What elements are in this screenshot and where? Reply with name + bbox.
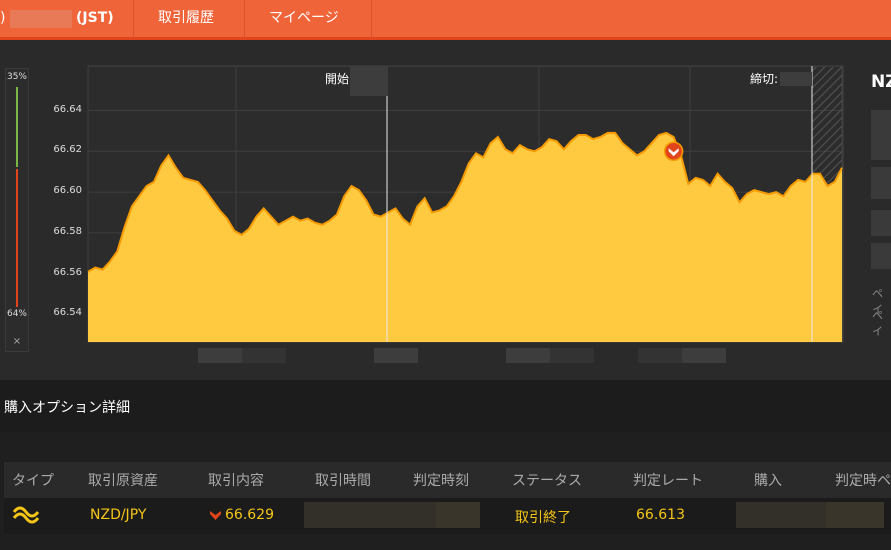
redacted-x-label <box>682 348 726 363</box>
details-title: 購入オプション詳細 <box>4 400 130 416</box>
price-chart: 開始 締切: <box>87 65 844 343</box>
col-payout: 判定時ペ <box>835 473 891 489</box>
binary-type-icon <box>12 506 40 524</box>
redacted-x-label <box>198 348 242 363</box>
details-header: 購入オプション詳細 <box>0 380 891 432</box>
col-type: タイプ <box>12 473 54 489</box>
start-label: 開始 <box>325 72 349 86</box>
redacted-start-time <box>350 66 388 96</box>
col-status: ステータス <box>512 473 582 489</box>
col-judge-time: 判定時刻 <box>413 473 469 489</box>
redacted-trade-time <box>304 502 436 528</box>
high-button[interactable] <box>871 110 891 160</box>
entry-marker <box>663 141 684 162</box>
redacted-x-label <box>638 348 682 363</box>
redacted-x-label <box>242 348 286 363</box>
down-arrow-icon <box>210 511 221 520</box>
row-asset: NZD/JPY <box>90 507 147 523</box>
pair-title: NZ <box>871 72 891 92</box>
redacted-payout <box>826 502 884 528</box>
row-judge-rate: 66.613 <box>636 507 685 523</box>
entry-marker-circle <box>663 141 684 162</box>
col-asset: 取引原資産 <box>88 473 158 489</box>
col-judge-rate: 判定レート <box>633 473 703 489</box>
close-label: 締切: <box>750 71 778 86</box>
row-status: 取引終了 <box>515 510 571 526</box>
redacted-x-label <box>550 348 594 363</box>
redacted-purchase <box>736 502 826 528</box>
amount-field[interactable] <box>871 210 891 236</box>
col-purchase: 購入 <box>754 473 782 489</box>
redacted-close-time <box>780 72 812 86</box>
redacted-x-label <box>506 348 550 363</box>
redacted-judge-time <box>436 502 480 528</box>
purchase-button[interactable] <box>871 243 891 269</box>
col-trade-time: 取引時間 <box>315 473 371 489</box>
payout-label: ペイ <box>872 309 883 338</box>
row-trade-rate: 66.629 <box>225 507 274 523</box>
col-trade: 取引内容 <box>208 473 264 489</box>
redacted-x-label <box>374 348 418 363</box>
low-button[interactable] <box>871 167 891 199</box>
